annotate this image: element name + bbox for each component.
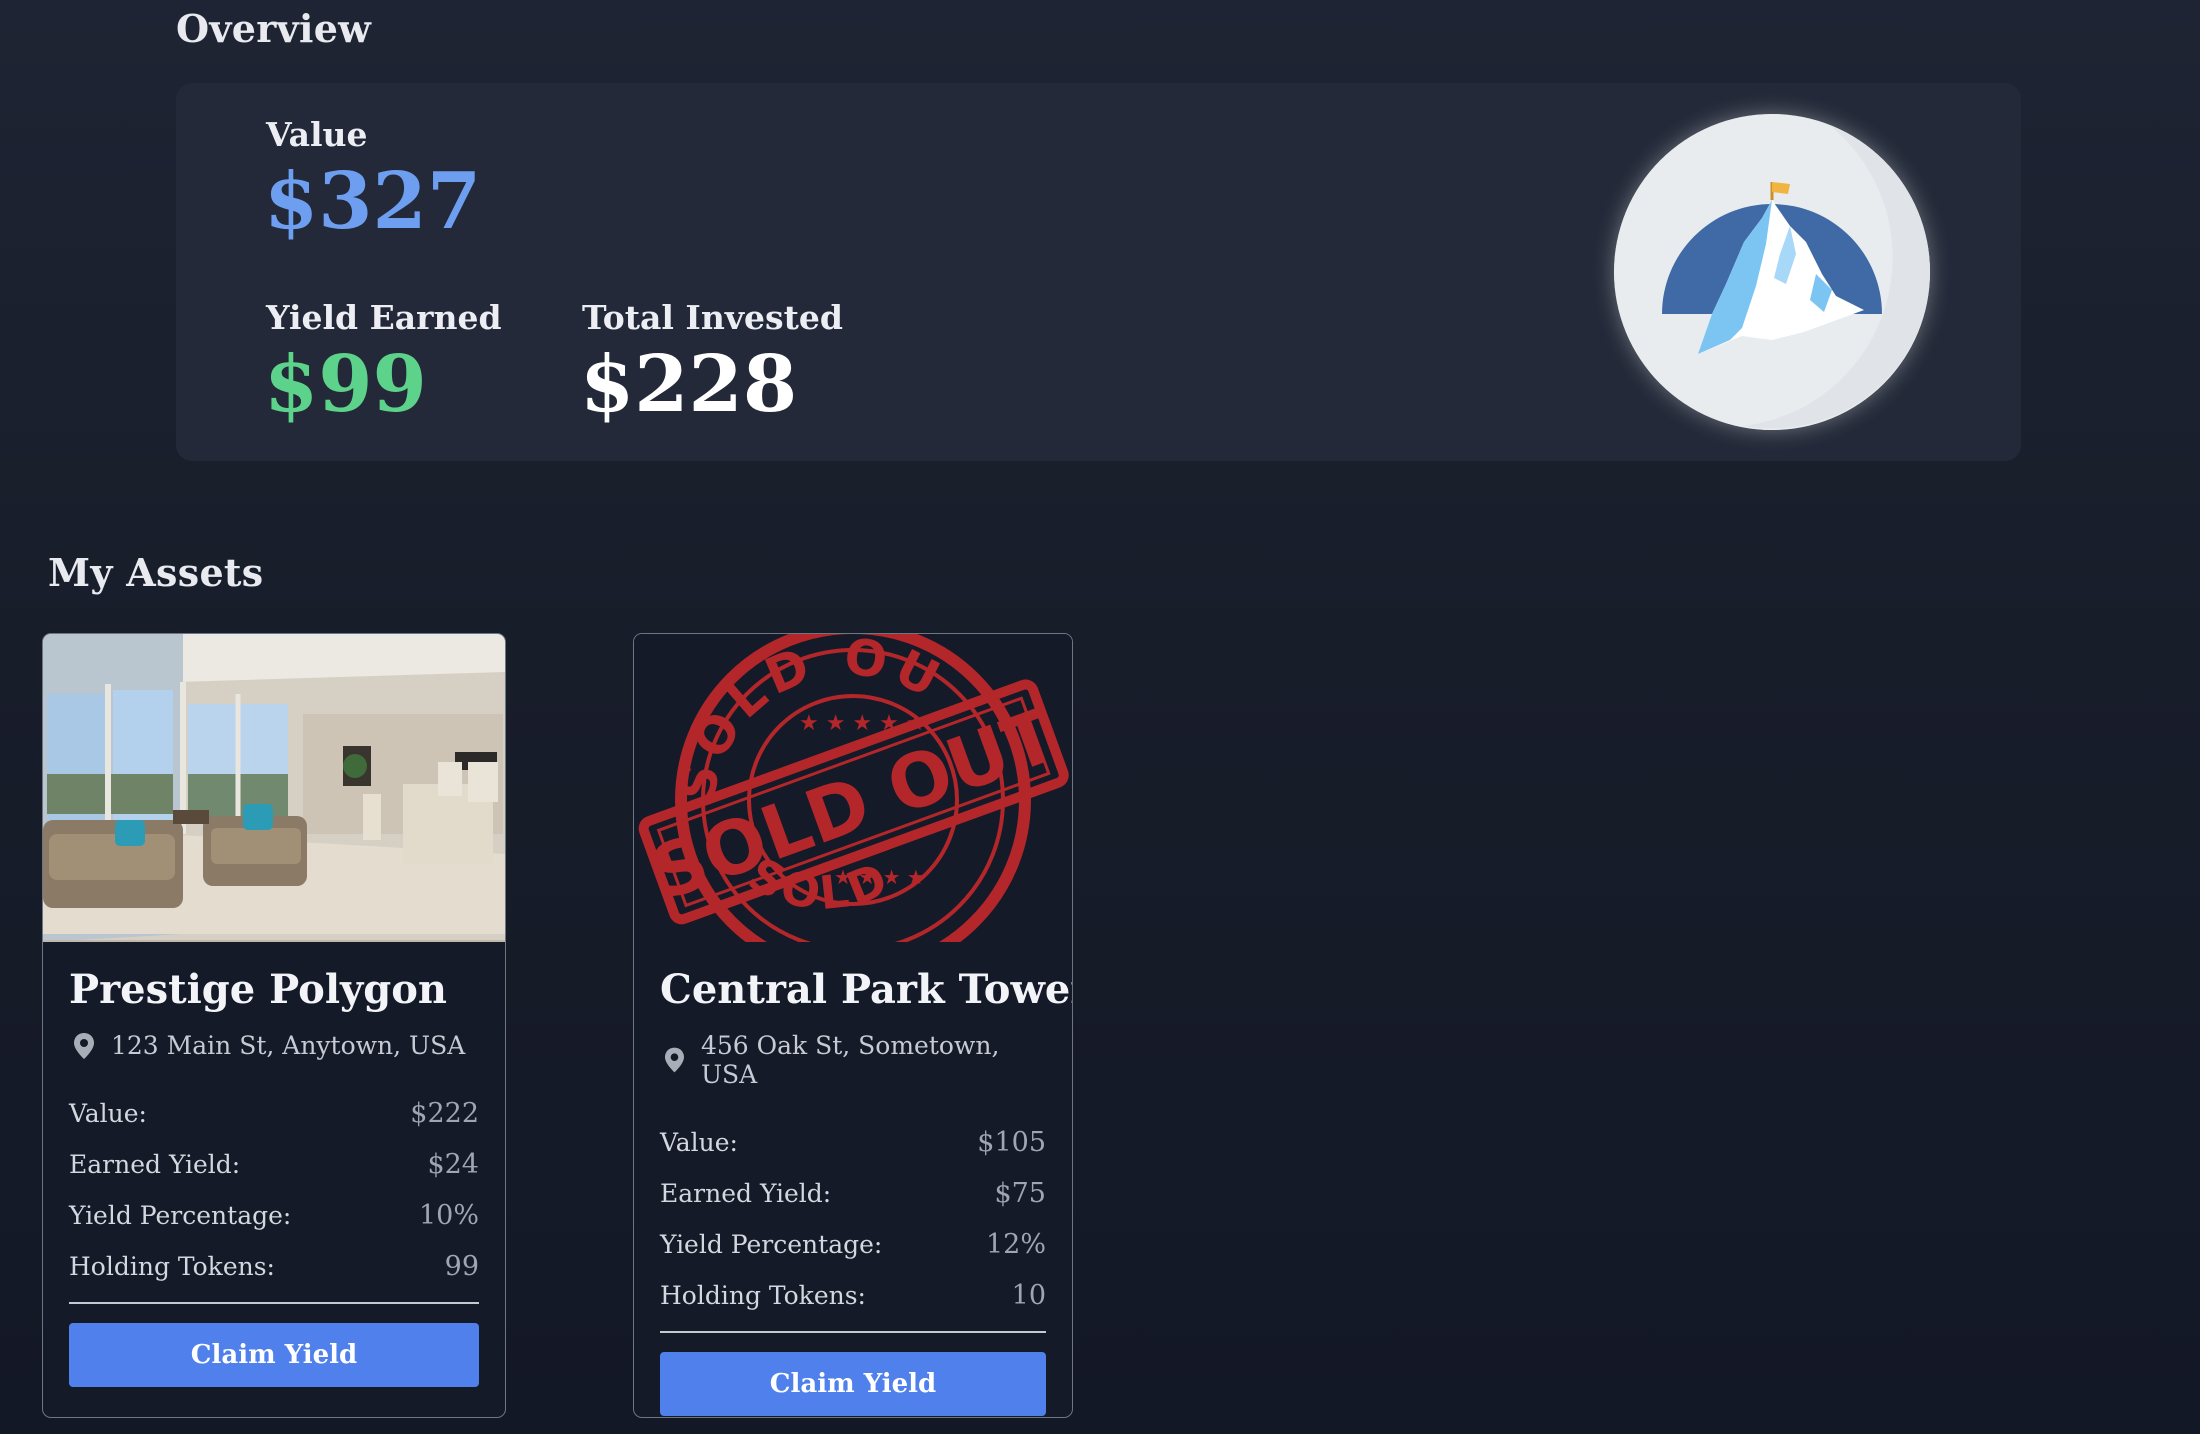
stat-row-holding-tokens: Holding Tokens: 99: [69, 1241, 479, 1292]
divider: [69, 1302, 479, 1304]
asset-stats: Value: $105 Earned Yield: $75 Yield Perc…: [660, 1117, 1046, 1321]
yield-earned-label: Yield Earned: [266, 298, 502, 337]
asset-card-body: Central Park Tower 456 Oak St, Sometown,…: [634, 942, 1072, 1416]
asset-name: Central Park Tower: [660, 966, 1073, 1013]
stat-value: 99: [444, 1251, 479, 1282]
yield-earned-amount: $99: [264, 339, 427, 430]
stat-row-value: Value: $105: [660, 1117, 1046, 1168]
stat-row-earned-yield: Earned Yield: $75: [660, 1168, 1046, 1219]
svg-text:★ ★ ★ ★: ★ ★ ★ ★: [834, 865, 925, 889]
overview-card: Value $327 Yield Earned $99 Total Invest…: [176, 83, 2021, 461]
stat-value: 12%: [985, 1229, 1046, 1260]
sold-out-stamp: SOLD OUT SOLD OUT ★ ★ ★ ★ ★ ★ ★ ★ ★ SOLD…: [634, 634, 1072, 942]
value-label: Value: [266, 115, 368, 154]
stat-label: Holding Tokens:: [660, 1281, 866, 1310]
stat-row-yield-percentage: Yield Percentage: 12%: [660, 1219, 1046, 1270]
stat-row-earned-yield: Earned Yield: $24: [69, 1139, 479, 1190]
asset-card: Prestige Polygon 123 Main St, Anytown, U…: [42, 633, 506, 1418]
stat-label: Holding Tokens:: [69, 1252, 275, 1281]
stat-label: Value:: [69, 1099, 147, 1128]
my-assets-title: My Assets: [48, 550, 264, 595]
stat-value: $75: [994, 1178, 1046, 1209]
stat-row-yield-percentage: Yield Percentage: 10%: [69, 1190, 479, 1241]
mountain-peak-flag-icon: [1614, 114, 1930, 430]
location-pin-icon: [664, 1047, 684, 1073]
overview-title: Overview: [176, 6, 372, 51]
asset-stats: Value: $222 Earned Yield: $24 Yield Perc…: [69, 1088, 479, 1292]
stat-label: Earned Yield:: [660, 1179, 832, 1208]
total-invested-amount: $228: [580, 339, 798, 430]
stat-row-value: Value: $222: [69, 1088, 479, 1139]
asset-card: SOLD OUT SOLD OUT ★ ★ ★ ★ ★ ★ ★ ★ ★ SOLD…: [633, 633, 1073, 1418]
stat-label: Value:: [660, 1128, 738, 1157]
asset-address: 456 Oak St, Sometown, USA: [660, 1031, 1046, 1089]
stat-value: $105: [977, 1127, 1046, 1158]
asset-address-text: 123 Main St, Anytown, USA: [111, 1031, 466, 1060]
stat-value: 10%: [418, 1200, 479, 1231]
asset-address-text: 456 Oak St, Sometown, USA: [700, 1031, 1000, 1089]
stat-value: $222: [410, 1098, 479, 1129]
stat-value: $24: [427, 1149, 479, 1180]
living-room-photo: [43, 634, 505, 942]
asset-name: Prestige Polygon: [69, 966, 447, 1013]
claim-yield-button[interactable]: Claim Yield: [660, 1351, 1046, 1416]
stat-value: 10: [1011, 1280, 1046, 1311]
stat-row-holding-tokens: Holding Tokens: 10: [660, 1270, 1046, 1321]
stat-label: Yield Percentage:: [660, 1230, 883, 1259]
claim-yield-button[interactable]: Claim Yield: [69, 1322, 479, 1387]
stat-label: Earned Yield:: [69, 1150, 241, 1179]
total-invested-label: Total Invested: [582, 298, 843, 337]
asset-address: 123 Main St, Anytown, USA: [69, 1031, 479, 1060]
location-pin-icon: [74, 1032, 94, 1059]
stat-label: Yield Percentage:: [69, 1201, 292, 1230]
value-amount: $327: [264, 156, 482, 247]
divider: [660, 1331, 1046, 1333]
asset-card-body: Prestige Polygon 123 Main St, Anytown, U…: [43, 942, 505, 1387]
